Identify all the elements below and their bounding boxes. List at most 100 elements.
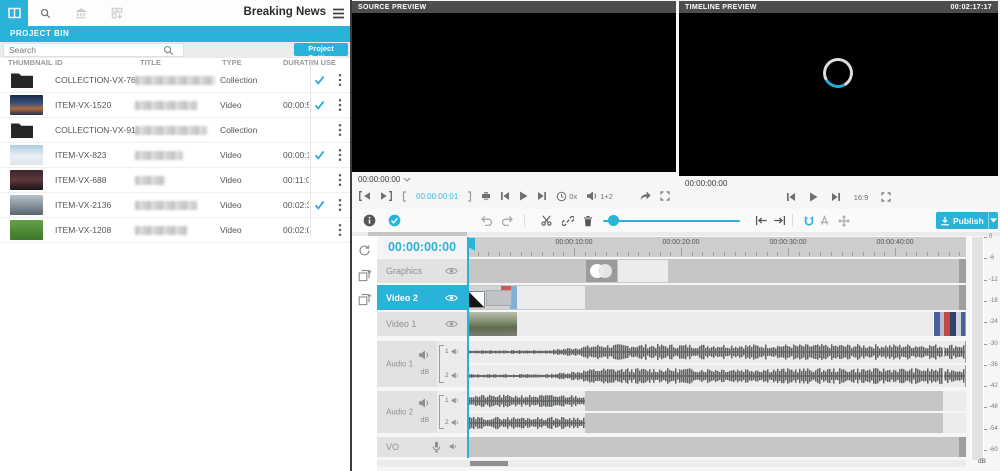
- column-header[interactable]: TYPE: [222, 58, 277, 67]
- row-menu-icon[interactable]: [338, 198, 342, 212]
- zoom-slider-handle[interactable]: [608, 215, 619, 226]
- column-header[interactable]: DURATION: [283, 58, 310, 67]
- table-row[interactable]: ITEM-VX-1208Video00:02:0: [0, 218, 350, 243]
- timeline-scrollbar[interactable]: [377, 460, 966, 467]
- column-header[interactable]: THUMBNAIL: [8, 58, 53, 67]
- speed-control[interactable]: 0x: [556, 191, 577, 202]
- audio-clip[interactable]: [467, 341, 965, 363]
- info-icon[interactable]: [360, 209, 378, 232]
- row-menu-icon[interactable]: [338, 73, 342, 87]
- speaker-icon[interactable]: [418, 398, 430, 408]
- row-menu-icon[interactable]: [338, 123, 342, 137]
- extract-icon[interactable]: [770, 209, 788, 232]
- project-setting-button[interactable]: Project Setting: [294, 43, 348, 56]
- speaker-icon[interactable]: [451, 372, 459, 379]
- move-tool-icon[interactable]: [835, 209, 853, 232]
- razor-all-icon[interactable]: [815, 209, 833, 232]
- mark-in-icon[interactable]: [402, 191, 407, 202]
- track-header-video-1[interactable]: Video 1: [377, 312, 467, 336]
- column-header[interactable]: IN USE: [311, 58, 341, 67]
- preview-scrollbar[interactable]: [352, 232, 1000, 236]
- validate-icon[interactable]: [385, 209, 403, 232]
- play-icon[interactable]: [519, 191, 528, 201]
- scrollbar-thumb[interactable]: [470, 461, 508, 466]
- audio-clip[interactable]: [943, 413, 966, 433]
- eye-icon[interactable]: [445, 293, 458, 302]
- link-icon[interactable]: [559, 209, 577, 232]
- track-header-vo[interactable]: VO: [377, 437, 467, 457]
- scissors-icon[interactable]: [537, 209, 555, 232]
- db-toggle[interactable]: dB: [420, 369, 429, 376]
- zoom-slider-track[interactable]: [603, 220, 740, 222]
- table-row[interactable]: COLLECTION-VX-911Collection: [0, 118, 350, 143]
- prev-frame-icon[interactable]: [786, 192, 796, 202]
- publish-dropdown[interactable]: [988, 212, 998, 229]
- tab-library[interactable]: [66, 0, 96, 26]
- speaker-icon[interactable]: [451, 348, 459, 355]
- video-clip[interactable]: [467, 312, 965, 336]
- table-row[interactable]: COLLECTION-VX-769Collection: [0, 68, 350, 93]
- track-header-audio-2[interactable]: Audio 2dB: [377, 391, 437, 433]
- audio-clip[interactable]: [467, 365, 965, 387]
- track-header-graphics[interactable]: Graphics: [377, 259, 467, 283]
- razor-icon[interactable]: [481, 191, 491, 201]
- prev-frame-icon[interactable]: [500, 191, 510, 201]
- tab-project-bin[interactable]: [0, 0, 28, 26]
- mark-out-icon[interactable]: [467, 191, 472, 202]
- speaker-icon[interactable]: [418, 350, 430, 360]
- table-row[interactable]: ITEM-VX-1520Video00:00:5: [0, 93, 350, 118]
- goto-in-icon[interactable]: [358, 191, 371, 201]
- audio-channel-control[interactable]: 1+2: [586, 191, 613, 201]
- undo-icon[interactable]: [477, 209, 495, 232]
- mic-icon[interactable]: [432, 441, 441, 453]
- fullscreen-icon[interactable]: [660, 191, 670, 201]
- timeline-ruler[interactable]: 00:00:10:0000:00:20:0000:00:30:0000:00:4…: [467, 237, 966, 257]
- table-row[interactable]: ITEM-VX-688Video00:11:0: [0, 168, 350, 193]
- track-header-video-2[interactable]: Video 2: [377, 285, 467, 310]
- fullscreen-icon[interactable]: [881, 192, 891, 202]
- table-row[interactable]: ITEM-VX-823Video00:00:1: [0, 143, 350, 168]
- row-menu-icon[interactable]: [338, 223, 342, 237]
- send-to-timeline-icon[interactable]: [639, 191, 651, 201]
- track-lane[interactable]: [467, 259, 966, 283]
- track-header-audio-1[interactable]: Audio 1dB: [377, 341, 437, 387]
- row-menu-icon[interactable]: [338, 173, 342, 187]
- eye-icon[interactable]: [445, 320, 458, 329]
- graphic-clip[interactable]: [586, 260, 617, 282]
- history-icon[interactable]: [358, 244, 371, 257]
- speaker-icon[interactable]: [451, 419, 459, 426]
- row-menu-icon[interactable]: [338, 98, 342, 112]
- menu-icon[interactable]: [332, 8, 345, 19]
- redo-icon[interactable]: [498, 209, 516, 232]
- column-header[interactable]: ID: [55, 58, 135, 67]
- eye-icon[interactable]: [445, 267, 458, 276]
- trash-icon[interactable]: [579, 209, 597, 232]
- graphic-clip-body[interactable]: [617, 260, 668, 282]
- speaker-icon[interactable]: [451, 397, 459, 404]
- aspect-ratio-button[interactable]: 16:9: [854, 193, 869, 202]
- next-frame-icon[interactable]: [831, 192, 841, 202]
- audio-clip[interactable]: [943, 391, 966, 411]
- scrollbar-thumb[interactable]: [368, 232, 467, 236]
- speaker-icon[interactable]: [449, 443, 457, 450]
- tab-search[interactable]: [30, 0, 60, 26]
- folder-icon: [10, 120, 43, 140]
- track-lane[interactable]: [467, 437, 966, 457]
- table-row[interactable]: ITEM-VX-2136Video00:02:3: [0, 193, 350, 218]
- add-track-icon[interactable]: [358, 269, 372, 282]
- audio-clip[interactable]: [467, 413, 585, 433]
- audio-clip[interactable]: [467, 391, 585, 411]
- lift-icon[interactable]: [752, 209, 770, 232]
- publish-button[interactable]: Publish: [936, 212, 998, 229]
- next-frame-icon[interactable]: [537, 191, 547, 201]
- video-clip[interactable]: [467, 286, 585, 309]
- source-timecode-dropdown[interactable]: 00:00:00:00: [358, 175, 411, 184]
- db-toggle[interactable]: dB: [420, 417, 429, 424]
- goto-out-icon[interactable]: [380, 191, 393, 201]
- column-header[interactable]: TITLE: [140, 58, 215, 67]
- row-menu-icon[interactable]: [338, 148, 342, 162]
- search-input[interactable]: [3, 43, 184, 57]
- play-icon[interactable]: [809, 192, 818, 202]
- tab-export[interactable]: [102, 0, 132, 26]
- remove-track-icon[interactable]: [358, 293, 372, 306]
